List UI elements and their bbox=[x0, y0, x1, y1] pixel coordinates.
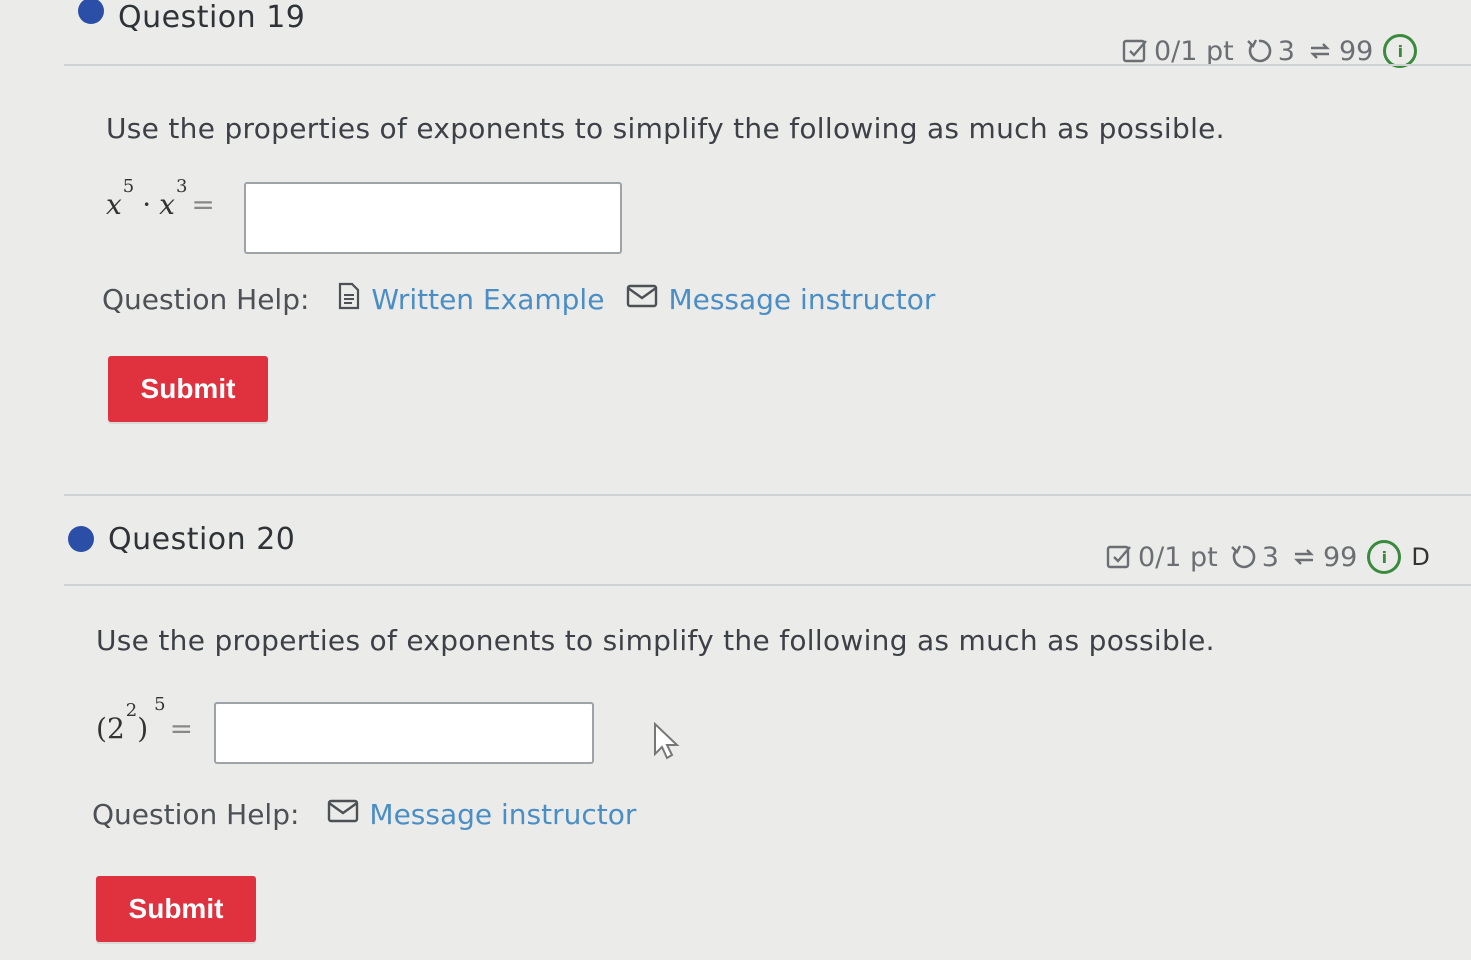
question-prompt: Use the properties of exponents to simpl… bbox=[96, 624, 1215, 657]
question-title: Question 20 bbox=[108, 522, 296, 557]
answer-input[interactable] bbox=[244, 182, 622, 254]
math-expression: ( 22 ) 5 = bbox=[96, 694, 194, 745]
math-expression: x5 · x3 = bbox=[106, 176, 215, 221]
base: x bbox=[106, 188, 122, 221]
submit-button[interactable]: Submit bbox=[108, 356, 268, 422]
attempts-text: 99 bbox=[1322, 541, 1358, 573]
points-indicator: 0/1 pt bbox=[1120, 36, 1234, 67]
written-example-label: Written Example bbox=[371, 283, 605, 316]
mouse-pointer-icon bbox=[652, 721, 682, 766]
message-instructor-label: Message instructor bbox=[369, 798, 637, 831]
base: 2 bbox=[106, 712, 125, 745]
divider bbox=[64, 584, 1471, 586]
question-help-label: Question Help: bbox=[102, 283, 310, 316]
question-meta: 0/1 pt 3 99 i bbox=[1120, 34, 1418, 68]
checkbox-pencil-icon bbox=[1120, 36, 1150, 66]
exponent: 3 bbox=[175, 176, 188, 197]
equals-sign: = bbox=[191, 188, 215, 221]
answer-input[interactable] bbox=[214, 702, 594, 764]
question-bullet bbox=[68, 526, 94, 552]
attempts-indicator: 99 bbox=[1289, 542, 1357, 573]
message-instructor-label: Message instructor bbox=[668, 283, 936, 316]
info-icon[interactable]: i bbox=[1383, 34, 1418, 68]
retries-text: 3 bbox=[1261, 541, 1279, 573]
refresh-arrows-icon bbox=[1289, 542, 1319, 572]
page: Question 19 0/1 pt 3 99 i Use the proper… bbox=[0, 0, 1471, 960]
attempts-text: 99 bbox=[1338, 35, 1374, 67]
points-text: 0/1 pt bbox=[1138, 541, 1218, 573]
retry-icon bbox=[1244, 36, 1274, 66]
retry-icon bbox=[1228, 542, 1258, 572]
exponent: 5 bbox=[154, 694, 166, 715]
divider bbox=[64, 64, 1471, 66]
envelope-icon bbox=[327, 798, 359, 831]
envelope-icon bbox=[626, 283, 658, 316]
equals-sign: = bbox=[169, 712, 194, 745]
question-help: Question Help: Written Example Message i… bbox=[102, 282, 957, 317]
submit-button[interactable]: Submit bbox=[96, 876, 256, 942]
meta-tail-text: D bbox=[1411, 543, 1430, 571]
points-indicator: 0/1 pt bbox=[1104, 542, 1218, 573]
exponent: 5 bbox=[122, 176, 135, 197]
message-instructor-link[interactable]: Message instructor bbox=[626, 283, 935, 316]
question-prompt: Use the properties of exponents to simpl… bbox=[106, 112, 1225, 145]
open-paren: ( bbox=[96, 712, 107, 745]
points-text: 0/1 pt bbox=[1154, 35, 1234, 67]
checkbox-pencil-icon bbox=[1104, 542, 1134, 572]
base: x bbox=[159, 188, 175, 221]
question-title: Question 19 bbox=[118, 0, 306, 35]
question-meta: 0/1 pt 3 99 i D bbox=[1104, 540, 1430, 574]
question-bullet bbox=[78, 0, 104, 24]
written-example-link[interactable]: Written Example bbox=[337, 282, 604, 317]
exponent: 2 bbox=[125, 700, 138, 721]
question-help-label: Question Help: bbox=[92, 798, 300, 831]
section-divider bbox=[64, 494, 1471, 496]
multiply-operator: · bbox=[142, 188, 152, 221]
refresh-arrows-icon bbox=[1305, 36, 1335, 66]
retries-text: 3 bbox=[1277, 35, 1295, 67]
document-icon bbox=[337, 282, 361, 317]
retries-indicator: 3 bbox=[1244, 36, 1295, 67]
close-paren: ) bbox=[137, 712, 149, 745]
retries-indicator: 3 bbox=[1228, 542, 1279, 573]
info-icon[interactable]: i bbox=[1367, 540, 1402, 574]
question-help: Question Help: Message instructor bbox=[92, 798, 658, 831]
attempts-indicator: 99 bbox=[1305, 36, 1373, 67]
message-instructor-link[interactable]: Message instructor bbox=[327, 798, 636, 831]
